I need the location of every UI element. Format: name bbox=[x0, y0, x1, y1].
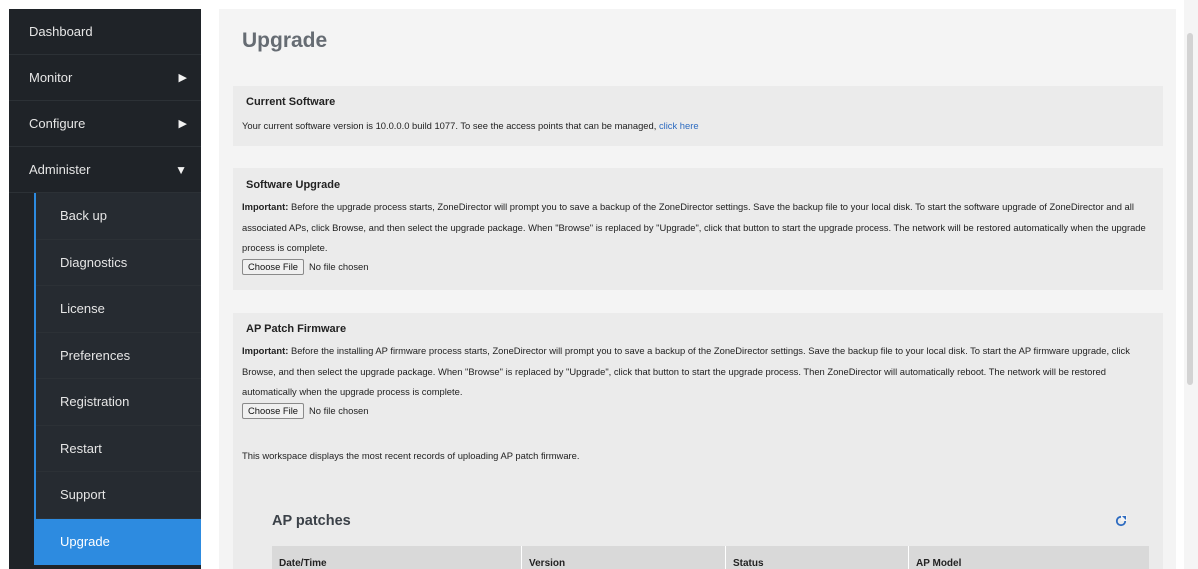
nav-administer-label: Administer bbox=[29, 162, 91, 177]
column-header-datetime[interactable]: Date/Time bbox=[272, 546, 522, 569]
current-software-version-text: Your current software version is 10.0.0.… bbox=[242, 120, 659, 131]
chevron-down-icon: ▼ bbox=[175, 162, 187, 177]
ap-patch-instructions: Important: Before the installing AP firm… bbox=[242, 341, 1157, 403]
ap-patch-heading: AP Patch Firmware bbox=[246, 323, 347, 335]
ap-patch-note: This workspace displays the most recent … bbox=[242, 450, 580, 461]
page-scrollbar[interactable] bbox=[1184, 0, 1198, 569]
software-upgrade-section: Software Upgrade Important: Before the u… bbox=[233, 168, 1163, 290]
nav-dashboard-label: Dashboard bbox=[29, 24, 93, 39]
chevron-right-icon: ▶ bbox=[178, 72, 187, 84]
ap-patch-text: Before the installing AP firmware proces… bbox=[242, 345, 1130, 397]
submenu-rail bbox=[9, 193, 35, 565]
sidebar-item-license[interactable]: License bbox=[36, 286, 201, 333]
current-software-text: Your current software version is 10.0.0.… bbox=[242, 119, 699, 133]
main-content: Upgrade Current Software Your current so… bbox=[219, 9, 1176, 569]
page-title: Upgrade bbox=[242, 29, 328, 52]
chevron-right-icon: ▶ bbox=[178, 118, 187, 130]
click-here-link[interactable]: click here bbox=[659, 120, 699, 131]
sidebar-item-upgrade[interactable]: Upgrade bbox=[36, 518, 201, 565]
ap-patch-file-picker: Choose File No file chosen bbox=[242, 402, 1157, 419]
column-header-version[interactable]: Version bbox=[522, 546, 726, 569]
ap-patch-choose-file-button[interactable]: Choose File bbox=[242, 402, 305, 419]
software-upgrade-text: Before the upgrade process starts, ZoneD… bbox=[242, 201, 1146, 253]
nav-monitor[interactable]: Monitor ▶ bbox=[9, 55, 201, 101]
ap-patch-firmware-section: AP Patch Firmware Important: Before the … bbox=[233, 313, 1163, 569]
software-file-picker: Choose File No file chosen bbox=[242, 258, 1157, 275]
nav-monitor-label: Monitor bbox=[29, 70, 73, 85]
nav-administer[interactable]: Administer ▼ bbox=[9, 147, 201, 193]
current-software-section: Current Software Your current software v… bbox=[233, 86, 1163, 146]
software-upgrade-heading: Software Upgrade bbox=[246, 179, 341, 191]
software-upgrade-instructions: Important: Before the upgrade process st… bbox=[242, 197, 1157, 259]
current-software-heading: Current Software bbox=[246, 96, 336, 108]
column-header-status[interactable]: Status bbox=[726, 546, 909, 569]
ap-patches-panel: AP patches Date/Time Version Status AP M… bbox=[258, 506, 1149, 569]
nav-dashboard[interactable]: Dashboard bbox=[9, 9, 201, 55]
column-header-ap-model[interactable]: AP Model bbox=[909, 546, 1149, 569]
ap-patches-title: AP patches bbox=[272, 513, 351, 529]
sidebar-item-backup[interactable]: Back up bbox=[36, 193, 201, 240]
important-label: Important: bbox=[242, 345, 289, 356]
important-label: Important: bbox=[242, 201, 289, 212]
sidebar: Dashboard Monitor ▶ Configure ▶ Administ… bbox=[9, 9, 201, 569]
sidebar-item-diagnostics[interactable]: Diagnostics bbox=[36, 240, 201, 286]
sidebar-item-registration[interactable]: Registration bbox=[36, 379, 201, 426]
ap-patch-file-status: No file chosen bbox=[309, 405, 369, 416]
administer-submenu: Back up Diagnostics License Preferences … bbox=[9, 193, 201, 565]
sidebar-item-preferences[interactable]: Preferences bbox=[36, 333, 201, 379]
nav-configure-label: Configure bbox=[29, 116, 86, 131]
software-choose-file-button[interactable]: Choose File bbox=[242, 258, 305, 275]
sidebar-item-support[interactable]: Support bbox=[36, 472, 201, 519]
software-file-status: No file chosen bbox=[309, 261, 369, 272]
sidebar-item-restart[interactable]: Restart bbox=[36, 426, 201, 472]
refresh-icon[interactable] bbox=[1115, 515, 1127, 527]
ap-patches-table-header: Date/Time Version Status AP Model bbox=[272, 546, 1149, 569]
nav-configure[interactable]: Configure ▶ bbox=[9, 101, 201, 147]
scrollbar-thumb[interactable] bbox=[1187, 33, 1193, 385]
